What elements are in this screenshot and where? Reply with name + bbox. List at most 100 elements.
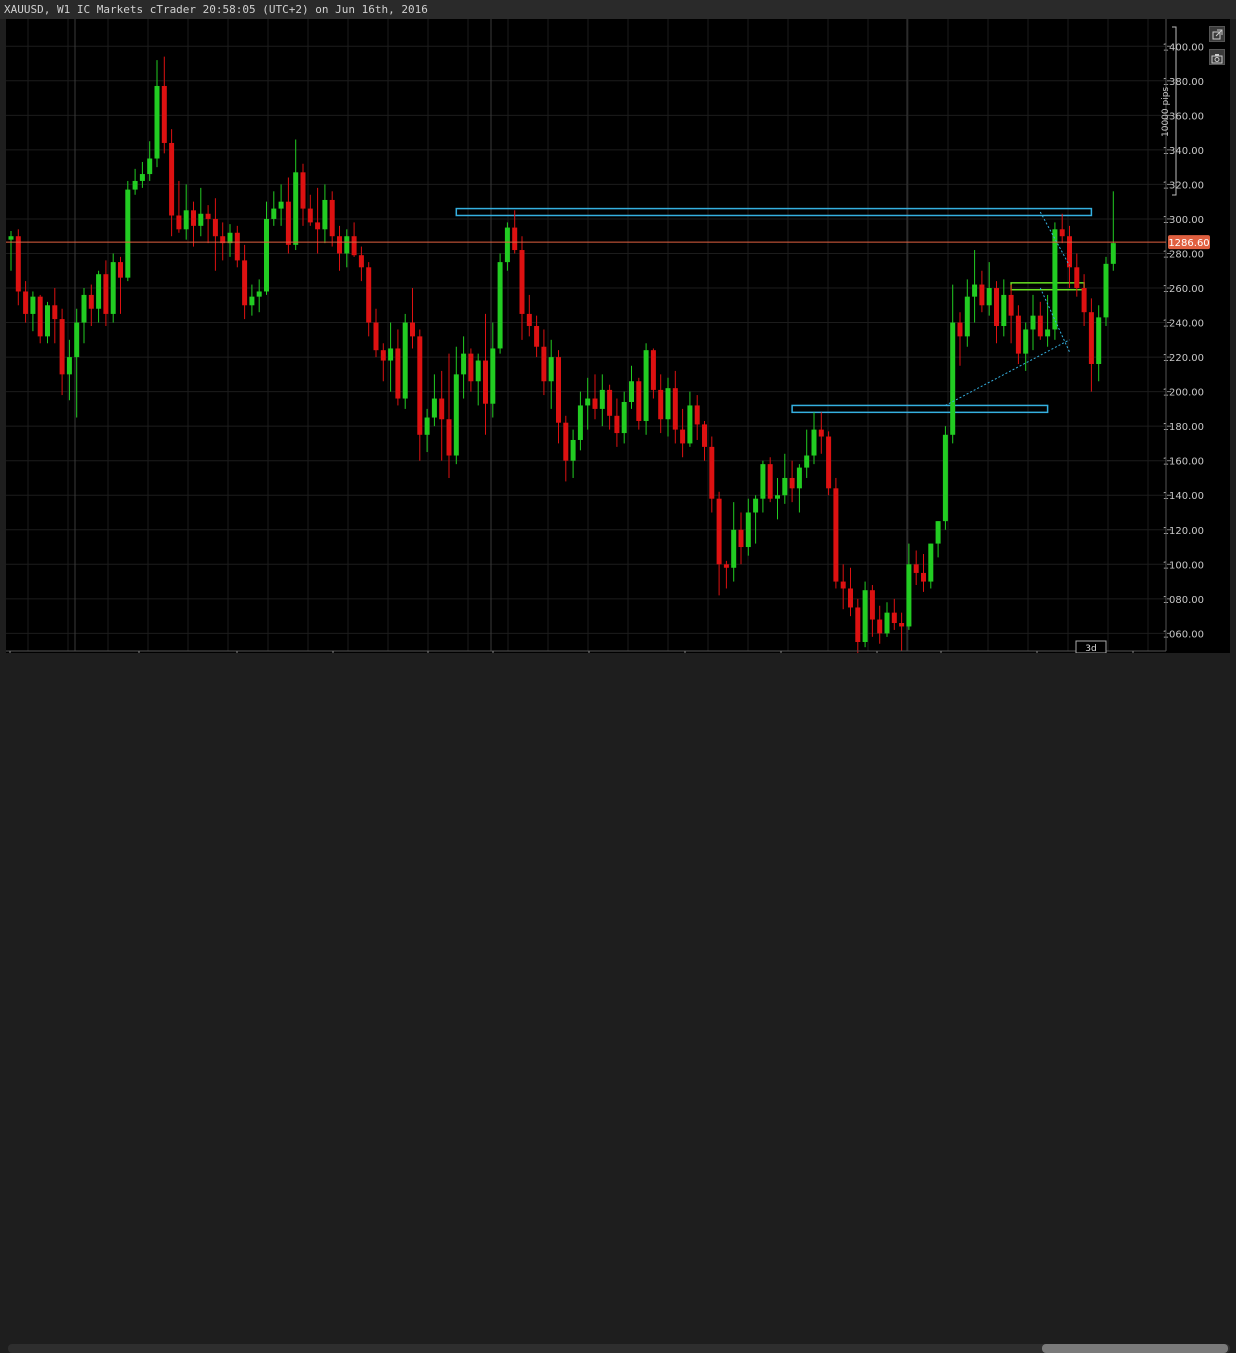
candle-body (88, 294, 94, 309)
candle (395, 329, 401, 406)
candle (869, 585, 875, 637)
candle (242, 244, 248, 320)
price-tick-label: 1320.00 (1163, 180, 1204, 191)
candle-body (15, 236, 21, 292)
candle-body (139, 174, 145, 181)
candle-body (563, 422, 569, 461)
candle (585, 377, 591, 430)
candle-body (950, 322, 956, 435)
candle-body (512, 227, 518, 251)
candle (1030, 294, 1036, 351)
candle (497, 253, 503, 354)
price-tick-label: 1260.00 (1163, 284, 1204, 295)
candle (132, 168, 138, 195)
price-tick-label: 1220.00 (1163, 353, 1204, 364)
candle (541, 329, 547, 396)
candle (205, 205, 211, 244)
candle-body (176, 215, 182, 230)
candle (329, 191, 335, 247)
price-tick-label: 1340.00 (1163, 146, 1204, 157)
candle-body (395, 348, 401, 399)
price-tick-label: 1300.00 (1163, 215, 1204, 226)
candle-body (534, 326, 540, 347)
candle (1037, 301, 1043, 340)
candle-body (935, 521, 941, 544)
candle-body (636, 381, 642, 421)
candle (52, 288, 58, 344)
candle (1081, 274, 1087, 327)
candle-body (110, 262, 116, 314)
candle-body (621, 401, 627, 434)
candle (789, 460, 795, 503)
window-title: XAUUSD, W1 IC Markets cTrader 20:58:05 (… (4, 3, 428, 16)
candle (833, 477, 839, 589)
price-chart[interactable]: 1400.001380.001360.001340.001320.001300.… (6, 19, 1230, 668)
candle (191, 201, 196, 247)
candle-body (483, 360, 488, 404)
candle-body (585, 398, 591, 406)
scrollbar-thumb[interactable] (1042, 1344, 1228, 1353)
candle-body (782, 477, 788, 496)
candle (1096, 305, 1102, 382)
candle-body (753, 498, 759, 513)
chart-panel[interactable]: 1400.00 1380.00 1360.00 1340.00 1320.00 1300.… (6, 19, 1230, 668)
candle-body (986, 288, 992, 306)
candle-body (1030, 315, 1036, 330)
candle-body (191, 210, 196, 226)
candle (300, 163, 306, 226)
candle-body (366, 267, 372, 323)
candle-body (913, 564, 919, 573)
zone-rectangle (1010, 282, 1085, 291)
camera-icon-glyph (1211, 54, 1223, 64)
candle (249, 284, 255, 316)
candle (504, 222, 510, 271)
candle (1088, 298, 1094, 392)
candle-body (767, 464, 773, 499)
candle-body (45, 305, 50, 337)
candle (972, 250, 978, 323)
candle-body (1023, 329, 1029, 354)
price-tick-label: 1200.00 (1163, 388, 1204, 399)
candle (935, 521, 941, 558)
candle (775, 477, 780, 520)
candle (687, 391, 693, 447)
candle (512, 210, 518, 254)
horizontal-scrollbar[interactable] (8, 1344, 1230, 1353)
candle-body (869, 590, 875, 620)
candle-body (570, 439, 576, 461)
price-tick-label: 1160.00 (1163, 457, 1204, 468)
price-tick-label: 1060.00 (1163, 629, 1204, 640)
candle-body (884, 612, 890, 634)
candle-body (256, 291, 262, 297)
candle (1110, 191, 1116, 271)
candle-body (234, 232, 240, 261)
candle (96, 270, 102, 323)
candle-body (548, 357, 554, 382)
candle (928, 543, 934, 589)
camera-icon[interactable] (1209, 49, 1225, 65)
candle-body (285, 201, 291, 245)
candle-body (373, 322, 379, 351)
candle (161, 56, 167, 154)
candle (796, 464, 802, 513)
candle-body (745, 512, 751, 548)
popout-icon[interactable] (1209, 26, 1225, 42)
candle (446, 353, 452, 478)
price-tick-label: 1280.00 (1163, 249, 1204, 260)
candle (577, 391, 583, 451)
candle-body (8, 236, 14, 240)
candle (986, 262, 992, 316)
candle (826, 431, 832, 496)
candle-body (526, 313, 532, 327)
candle (234, 225, 240, 268)
candle-body (293, 172, 299, 245)
candle-body (840, 581, 846, 589)
candle-body (278, 201, 284, 209)
candle-body (942, 434, 948, 522)
candle-body (928, 543, 934, 582)
candle-body (972, 284, 978, 297)
candle-body (665, 388, 671, 420)
candle (636, 377, 642, 430)
candle (723, 560, 729, 589)
candle (154, 60, 160, 168)
